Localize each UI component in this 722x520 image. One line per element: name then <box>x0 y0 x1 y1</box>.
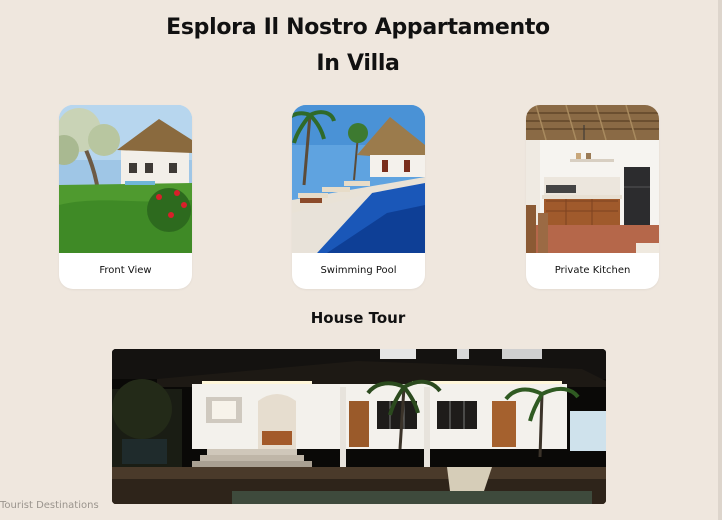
swimming-pool-photo <box>292 105 425 253</box>
gallery-card-caption: Swimming Pool <box>320 265 397 276</box>
page-title-line-1: Esplora Il Nostro Appartamento <box>166 15 550 40</box>
page-title-line-2: In Villa <box>316 51 400 76</box>
page-scrollbar[interactable] <box>718 0 722 520</box>
private-kitchen-photo <box>526 105 659 253</box>
tourist-destinations-label[interactable]: Tourist Destinations <box>0 500 99 511</box>
gallery-card-caption: Private Kitchen <box>554 265 631 276</box>
gallery-card-private-kitchen[interactable]: Private Kitchen <box>526 105 659 289</box>
house-tour-photo <box>112 349 606 504</box>
gallery-card-front-view[interactable]: Front View <box>59 105 192 289</box>
gallery-card-swimming-pool[interactable]: Swimming Pool <box>292 105 425 289</box>
gallery-card-caption: Front View <box>99 265 152 276</box>
house-tour-heading: House Tour <box>310 309 406 327</box>
page-title: Esplora Il Nostro Appartamento In Villa <box>0 10 716 82</box>
front-view-photo <box>59 105 192 253</box>
house-tour-media[interactable] <box>112 349 606 504</box>
